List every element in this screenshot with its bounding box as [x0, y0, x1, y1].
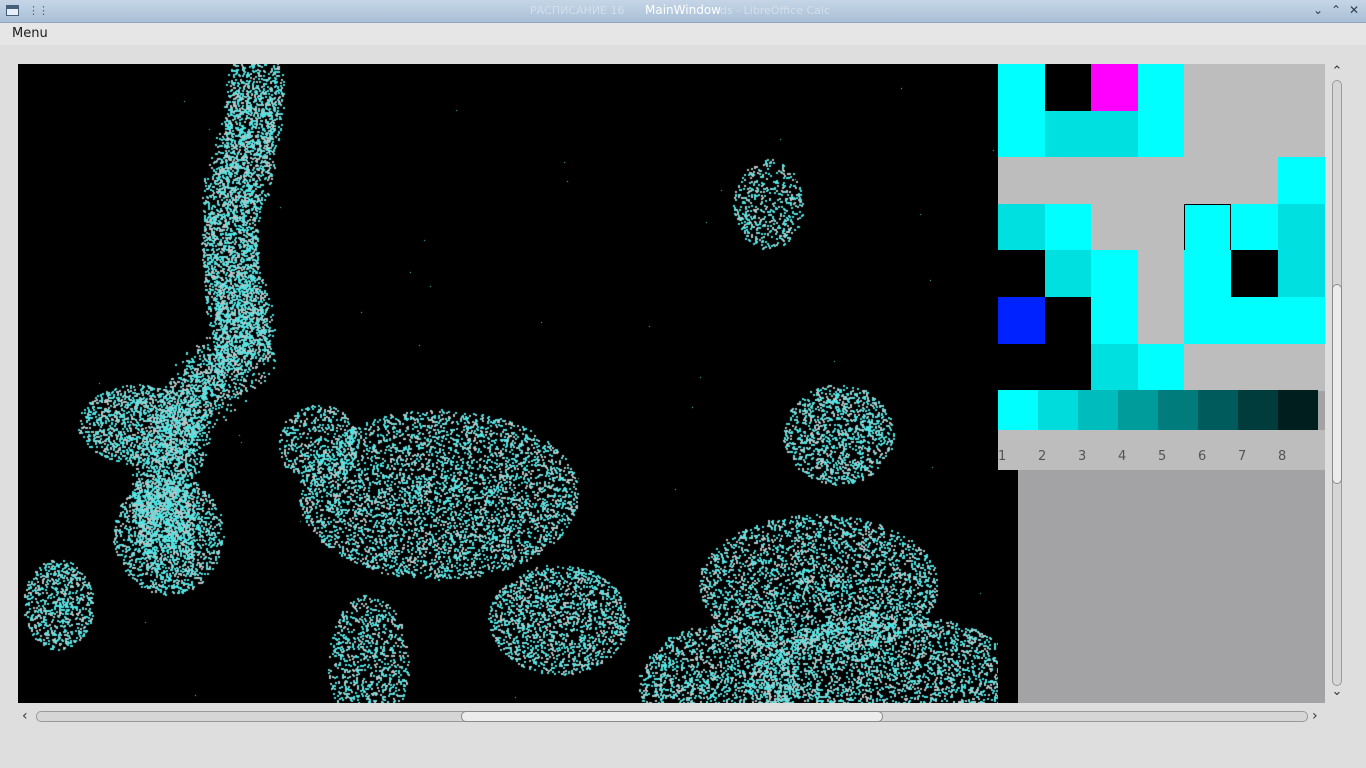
palette-cell[interactable]	[1044, 157, 1092, 205]
simulation-canvas[interactable]	[18, 64, 1018, 703]
palette-cell[interactable]	[1277, 110, 1325, 158]
palette-cell[interactable]	[1231, 250, 1278, 298]
ramp-swatch[interactable]	[1198, 390, 1238, 430]
window-titlebar: ⋮⋮ РАСПИСАНИЕ 16 MainWindow ds - LibreOf…	[0, 0, 1366, 23]
minimize-button[interactable]: ⌄	[1310, 2, 1326, 18]
scroll-view[interactable]: 1 2 3 4 5 6 7 8	[18, 64, 1325, 703]
ramp-swatch[interactable]	[1278, 390, 1318, 430]
palette-cell[interactable]	[1044, 343, 1092, 391]
menubar: Menu	[0, 23, 1366, 45]
palette-cell[interactable]	[1231, 203, 1278, 251]
palette-cell-selected[interactable]	[1184, 203, 1232, 251]
ramp-number: 8	[1278, 449, 1287, 464]
palette-cell[interactable]	[1137, 157, 1185, 205]
palette-cell[interactable]	[998, 203, 1045, 251]
ramp-number: 2	[1038, 449, 1047, 464]
palette-cell[interactable]	[1184, 343, 1232, 391]
ramp-swatch[interactable]	[1078, 390, 1118, 430]
palette-cell[interactable]	[1044, 250, 1092, 298]
ramp-swatch[interactable]	[1038, 390, 1078, 430]
palette-cell[interactable]	[1137, 203, 1185, 251]
palette-cell[interactable]	[1137, 343, 1185, 391]
palette-cell[interactable]	[1137, 64, 1185, 111]
chevron-left-icon[interactable]: ‹	[22, 708, 28, 724]
canvas-edge	[998, 470, 1018, 703]
palette-cell[interactable]	[1184, 110, 1232, 158]
palette-cell[interactable]	[1044, 297, 1092, 344]
palette-cell[interactable]	[1184, 297, 1232, 344]
ramp-number: 4	[1118, 449, 1127, 464]
chevron-right-icon[interactable]: ›	[1312, 708, 1318, 724]
window-title: MainWindow	[645, 3, 721, 17]
chevron-up-icon[interactable]: ⌃	[1327, 64, 1347, 79]
palette-cell[interactable]	[1277, 203, 1325, 251]
chevron-down-icon[interactable]: ⌄	[1327, 684, 1347, 699]
palette-cell[interactable]	[1044, 203, 1092, 251]
palette-cell[interactable]	[1231, 157, 1278, 205]
palette-cell[interactable]	[1137, 250, 1185, 298]
palette-cell[interactable]	[1091, 250, 1139, 298]
horizontal-scroll-thumb[interactable]	[461, 711, 883, 722]
palette-cell[interactable]	[1277, 157, 1325, 205]
palette-cell[interactable]	[1091, 297, 1139, 344]
palette-cell[interactable]	[1044, 110, 1092, 158]
background-window-title-right: ds - LibreOffice Calc	[720, 4, 831, 17]
palette-cell[interactable]	[1277, 250, 1325, 298]
close-button[interactable]: ✕	[1346, 2, 1362, 18]
ramp-swatch[interactable]	[1118, 390, 1158, 430]
palette-cell[interactable]	[1091, 157, 1139, 205]
color-ramp	[998, 390, 1318, 430]
ramp-number: 1	[998, 449, 1007, 464]
palette-cell[interactable]	[1184, 64, 1232, 111]
ramp-number: 3	[1078, 449, 1087, 464]
ramp-number: 6	[1198, 449, 1207, 464]
palette-cell[interactable]	[1044, 64, 1092, 111]
palette-cell[interactable]	[1277, 343, 1325, 391]
palette-cell[interactable]	[1091, 110, 1139, 158]
color-ramp-numbers: 1 2 3 4 5 6 7 8	[998, 430, 1325, 470]
palette-grid	[998, 64, 1325, 391]
palette-cell[interactable]	[1231, 297, 1278, 344]
palette-cell[interactable]	[998, 157, 1045, 205]
palette-cell[interactable]	[1091, 203, 1139, 251]
palette-cell[interactable]	[1277, 64, 1325, 111]
palette-cell[interactable]	[998, 250, 1045, 298]
palette-cell[interactable]	[1231, 343, 1278, 391]
palette-cell[interactable]	[1231, 110, 1278, 158]
ramp-swatch[interactable]	[1158, 390, 1198, 430]
menu-button[interactable]: Menu	[12, 26, 48, 41]
ramp-swatch[interactable]	[998, 390, 1038, 430]
palette-cell[interactable]	[1091, 343, 1139, 391]
horizontal-scrollbar[interactable]: ‹ ›	[18, 707, 1325, 727]
ramp-swatch[interactable]	[1238, 390, 1278, 430]
ramp-number: 5	[1158, 449, 1167, 464]
maximize-button[interactable]: ⌃	[1328, 2, 1344, 18]
palette-cell[interactable]	[998, 297, 1045, 344]
palette-cell[interactable]	[1184, 250, 1232, 298]
palette-cell[interactable]	[1137, 297, 1185, 344]
palette-cell[interactable]	[998, 110, 1045, 158]
palette-cell[interactable]	[998, 64, 1045, 111]
palette-cell[interactable]	[1137, 110, 1185, 158]
vertical-scrollbar[interactable]: ⌃ ⌄	[1327, 64, 1347, 703]
palette-cell[interactable]	[1184, 157, 1232, 205]
palette-cell[interactable]	[1091, 64, 1139, 111]
vertical-scroll-thumb[interactable]	[1332, 284, 1342, 484]
ramp-number: 7	[1238, 449, 1247, 464]
palette-cell[interactable]	[998, 343, 1045, 391]
palette-cell[interactable]	[1231, 64, 1278, 111]
palette-cell[interactable]	[1277, 297, 1325, 344]
